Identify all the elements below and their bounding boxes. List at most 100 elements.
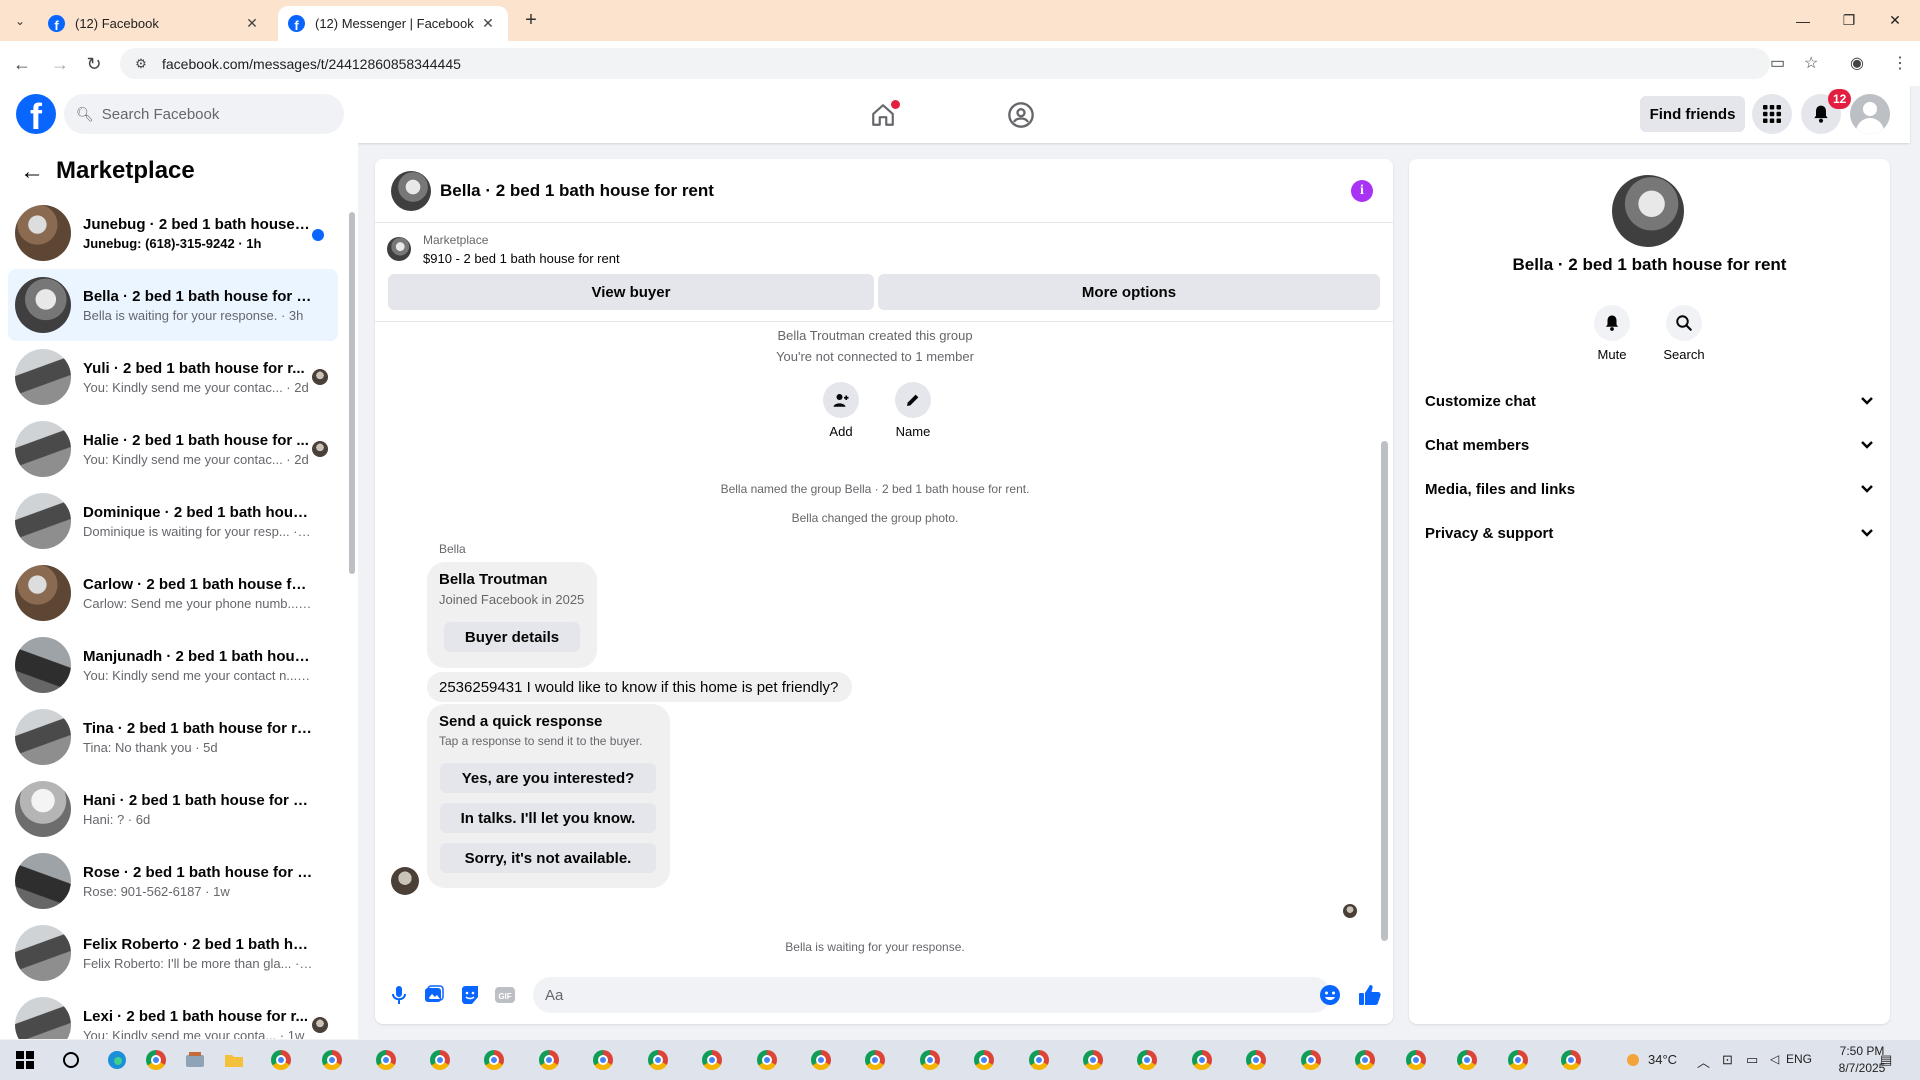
windows-start-icon[interactable]: [12, 1048, 38, 1072]
close-tab-icon[interactable]: ✕: [242, 15, 262, 32]
install-app-icon[interactable]: ▭: [1770, 53, 1785, 73]
tab-search-dropdown[interactable]: ⌄: [8, 10, 32, 32]
new-tab-button[interactable]: +: [519, 8, 543, 32]
sidebar-scrollbar[interactable]: [348, 198, 356, 1038]
app-icon[interactable]: [182, 1048, 208, 1072]
chrome-icon[interactable]: [143, 1048, 169, 1072]
minimize-button[interactable]: —: [1780, 0, 1826, 41]
conversation-item[interactable]: Dominique · 2 bed 1 bath house ... Domini…: [8, 485, 338, 557]
facebook-search-input[interactable]: 🔍︎ Search Facebook: [64, 94, 344, 134]
add-member-button[interactable]: Add: [811, 382, 871, 439]
bookmark-star-icon[interactable]: ☆: [1804, 53, 1818, 73]
chrome-window-icon[interactable]: [1505, 1048, 1531, 1072]
browser-menu-icon[interactable]: ⋮: [1892, 53, 1908, 73]
chrome-window-icon[interactable]: [427, 1048, 453, 1072]
chrome-window-icon[interactable]: [319, 1048, 345, 1072]
sender-avatar[interactable]: [391, 867, 419, 895]
facebook-logo-icon[interactable]: f: [16, 94, 56, 134]
chrome-window-icon[interactable]: [1243, 1048, 1269, 1072]
url-text[interactable]: facebook.com/messages/t/2441286085834444…: [162, 56, 461, 72]
reload-icon[interactable]: ↻: [80, 51, 108, 77]
name-group-button[interactable]: Name: [883, 382, 943, 439]
chrome-window-icon[interactable]: [481, 1048, 507, 1072]
view-buyer-button[interactable]: View buyer: [388, 274, 874, 310]
info-icon[interactable]: i: [1351, 180, 1373, 202]
conversation-item[interactable]: Tina · 2 bed 1 bath house for rent Tina: …: [8, 701, 338, 773]
network-icon[interactable]: ⊡: [1722, 1052, 1733, 1068]
tab-messenger[interactable]: f (12) Messenger | Facebook ✕: [278, 6, 508, 41]
weather-temperature[interactable]: 34°C: [1648, 1052, 1677, 1067]
media-files-section[interactable]: Media, files and links: [1425, 469, 1874, 509]
quick-reply-button[interactable]: Sorry, it's not available.: [440, 843, 656, 873]
edge-icon[interactable]: [104, 1048, 130, 1072]
chrome-window-icon[interactable]: [971, 1048, 997, 1072]
conversation-item[interactable]: Rose · 2 bed 1 bath house for rent Rose: …: [8, 845, 338, 917]
conversation-item[interactable]: Lexi · 2 bed 1 bath house for r... You: K…: [8, 989, 338, 1039]
message-bubble[interactable]: 2536259431 I would like to know if this …: [427, 672, 852, 702]
close-tab-icon[interactable]: ✕: [478, 15, 498, 32]
address-bar[interactable]: ⚙ facebook.com/messages/t/24412860858344…: [120, 48, 1770, 79]
chrome-window-icon[interactable]: [268, 1048, 294, 1072]
menu-grid-icon[interactable]: [1752, 94, 1792, 134]
privacy-support-section[interactable]: Privacy & support: [1425, 513, 1874, 553]
message-input[interactable]: Aa: [533, 977, 1331, 1013]
language-indicator[interactable]: ENG: [1786, 1052, 1812, 1066]
profile-icon[interactable]: ◉: [1850, 53, 1864, 73]
conversation-item-selected[interactable]: Bella · 2 bed 1 bath house for rent Bella…: [8, 269, 338, 341]
find-friends-button[interactable]: Find friends: [1640, 96, 1745, 132]
chrome-window-icon[interactable]: [917, 1048, 943, 1072]
customize-chat-section[interactable]: Customize chat: [1425, 381, 1874, 421]
photo-icon[interactable]: [422, 983, 446, 1007]
chrome-window-icon[interactable]: [1558, 1048, 1584, 1072]
chrome-window-icon[interactable]: [1298, 1048, 1324, 1072]
site-info-icon[interactable]: ⚙: [126, 56, 156, 72]
conversation-item[interactable]: Felix Roberto · 2 bed 1 bath hou... Felix…: [8, 917, 338, 989]
chrome-window-icon[interactable]: [1403, 1048, 1429, 1072]
chrome-window-icon[interactable]: [373, 1048, 399, 1072]
chrome-window-icon[interactable]: [754, 1048, 780, 1072]
restore-button[interactable]: ❐: [1826, 0, 1872, 41]
chrome-window-icon[interactable]: [590, 1048, 616, 1072]
back-icon[interactable]: ←: [8, 51, 36, 77]
close-window-button[interactable]: ✕: [1872, 0, 1918, 41]
group-avatar[interactable]: [1612, 175, 1684, 247]
chrome-window-icon[interactable]: [1189, 1048, 1215, 1072]
quick-reply-button[interactable]: Yes, are you interested?: [440, 763, 656, 793]
conversation-item[interactable]: Hani · 2 bed 1 bath house for rent Hani: …: [8, 773, 338, 845]
chrome-window-icon[interactable]: [1026, 1048, 1052, 1072]
chrome-window-icon[interactable]: [699, 1048, 725, 1072]
account-avatar[interactable]: [1850, 94, 1890, 134]
back-arrow-icon[interactable]: ←: [20, 158, 44, 186]
chrome-window-icon[interactable]: [1134, 1048, 1160, 1072]
tray-overflow-icon[interactable]: ︿: [1697, 1052, 1710, 1071]
conversation-item[interactable]: Manjunadh · 2 bed 1 bath house... You: Ki…: [8, 629, 338, 701]
chat-avatar[interactable]: [391, 171, 431, 211]
notification-center-icon[interactable]: ▤: [1880, 1052, 1892, 1068]
conversation-item[interactable]: Junebug · 2 bed 1 bath house f... Junebug…: [8, 197, 338, 269]
thumbs-up-icon[interactable]: [1358, 983, 1382, 1007]
search-circle-icon[interactable]: [58, 1048, 84, 1072]
chrome-window-icon[interactable]: [1080, 1048, 1106, 1072]
chrome-window-icon[interactable]: [862, 1048, 888, 1072]
chrome-window-icon[interactable]: [1352, 1048, 1378, 1072]
groups-icon[interactable]: [1006, 100, 1036, 130]
battery-icon[interactable]: ▭: [1746, 1052, 1758, 1068]
sticker-icon[interactable]: [458, 983, 482, 1007]
chrome-window-icon[interactable]: [536, 1048, 562, 1072]
buyer-details-button[interactable]: Buyer details: [444, 622, 580, 652]
conversation-item[interactable]: Halie · 2 bed 1 bath house for ... You: K…: [8, 413, 338, 485]
quick-reply-button[interactable]: In talks. I'll let you know.: [440, 803, 656, 833]
chat-scrollbar[interactable]: [1378, 321, 1390, 966]
file-explorer-icon[interactable]: [221, 1048, 247, 1072]
chat-members-section[interactable]: Chat members: [1425, 425, 1874, 465]
tab-facebook[interactable]: f (12) Facebook ✕: [38, 6, 272, 41]
chrome-window-icon[interactable]: [645, 1048, 671, 1072]
mute-button[interactable]: Mute: [1582, 305, 1642, 362]
more-options-button[interactable]: More options: [878, 274, 1380, 310]
weather-icon[interactable]: [1620, 1048, 1646, 1072]
conversation-item[interactable]: Carlow · 2 bed 1 bath house for r... Carl…: [8, 557, 338, 629]
forward-icon[interactable]: →: [46, 51, 74, 77]
conversation-item[interactable]: Yuli · 2 bed 1 bath house for r... You: K…: [8, 341, 338, 413]
chat-title[interactable]: Bella · 2 bed 1 bath house for rent: [440, 181, 714, 201]
chrome-window-icon[interactable]: [808, 1048, 834, 1072]
